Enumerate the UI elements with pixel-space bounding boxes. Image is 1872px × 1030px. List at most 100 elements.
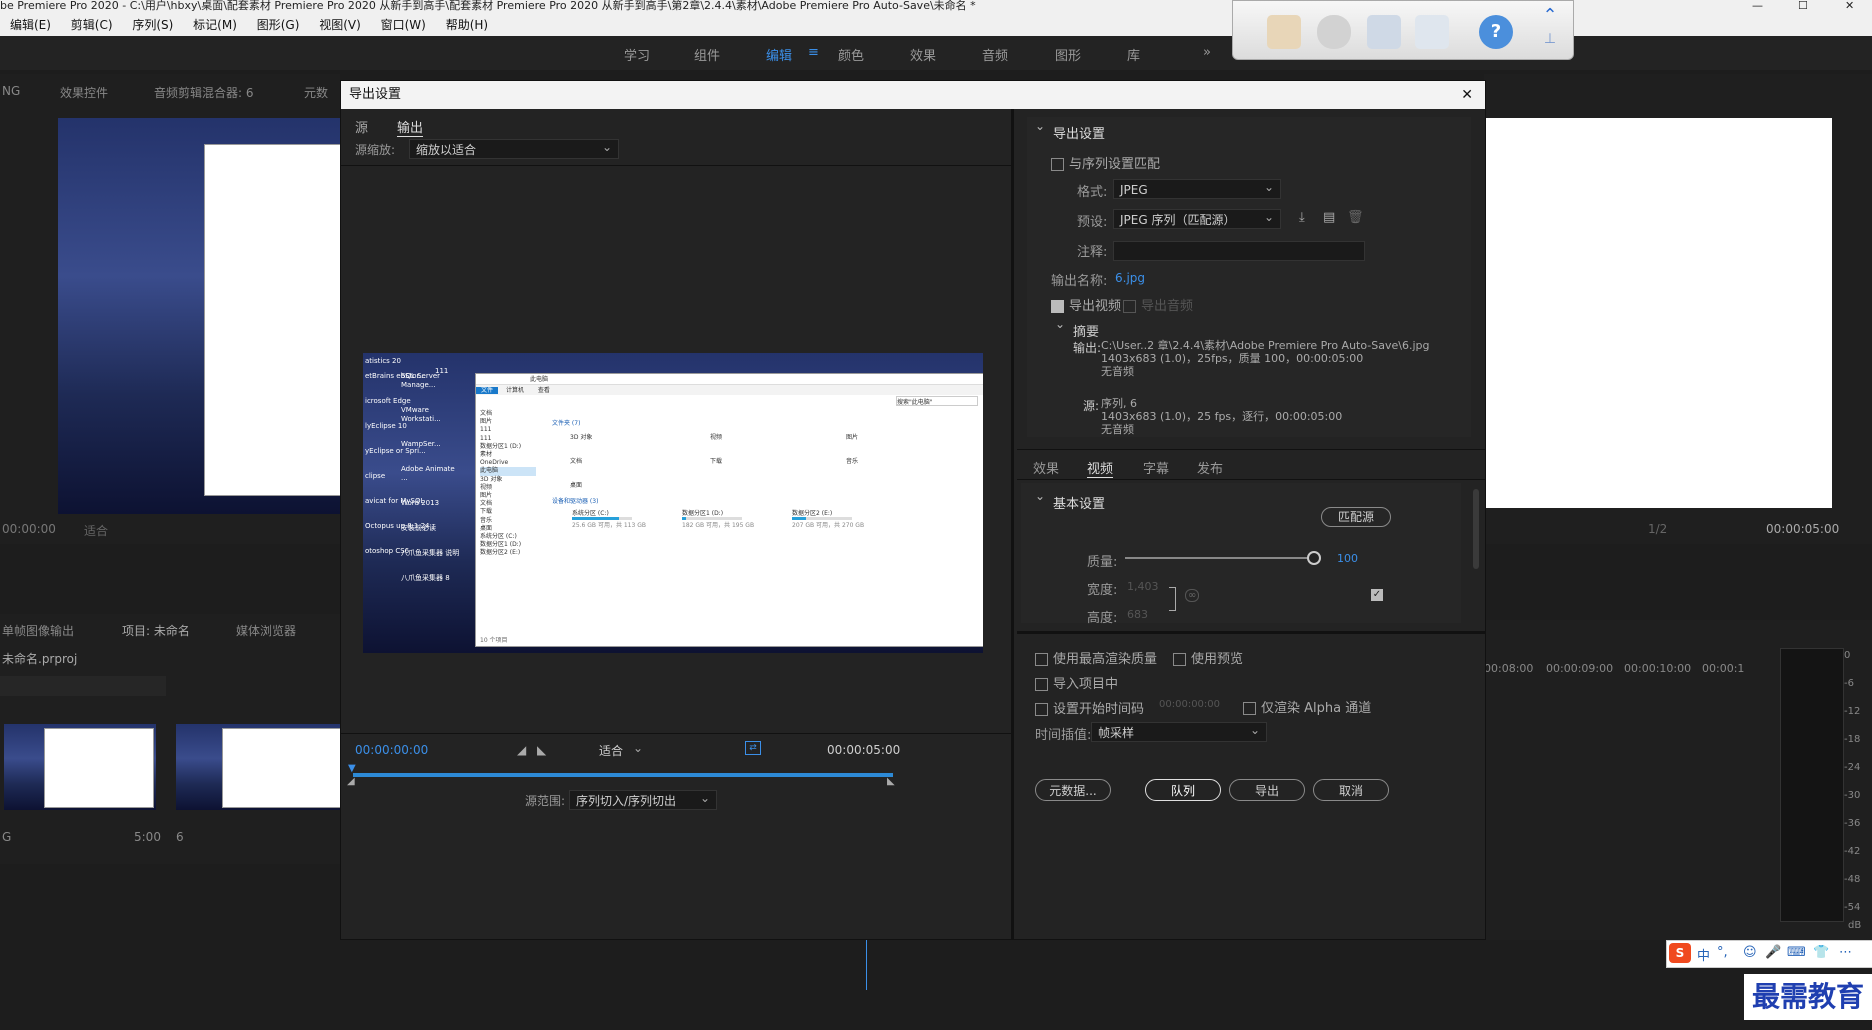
save-preset-icon[interactable]: ⤓ xyxy=(1299,210,1305,225)
program-zoom-dropdown[interactable]: 1/2 xyxy=(1648,522,1667,536)
mark-in-icon[interactable]: ◢ xyxy=(517,743,526,757)
workspace-color[interactable]: 颜色 xyxy=(838,45,864,64)
ime-chinese-toggle[interactable]: 中 xyxy=(1697,945,1710,964)
chevron-down-icon[interactable]: ⌄ xyxy=(1055,317,1065,331)
fit-dropdown[interactable]: 适合 xyxy=(593,738,649,761)
panel-tab-media-browser[interactable]: 媒体浏览器 xyxy=(236,622,296,639)
pane-divider[interactable] xyxy=(1011,109,1014,939)
tab-effects[interactable]: 效果 xyxy=(1033,458,1059,477)
alpha-only-checkbox[interactable]: 仅渲染 Alpha 通道 xyxy=(1243,697,1371,716)
queue-button[interactable]: 队列 xyxy=(1145,779,1221,801)
dimension-checkbox[interactable]: ✓ xyxy=(1371,589,1383,601)
mark-out-icon[interactable]: ◣ xyxy=(537,743,546,757)
panel-tab-project[interactable]: 项目: 未命名 xyxy=(122,622,190,639)
workspace-libraries[interactable]: 库 xyxy=(1127,45,1140,64)
menu-window[interactable]: 窗口(W) xyxy=(381,18,426,32)
menu-edit[interactable]: 编辑(E) xyxy=(10,18,51,32)
tab-captions[interactable]: 字幕 xyxy=(1143,458,1169,477)
menu-sequence[interactable]: 序列(S) xyxy=(132,18,173,32)
chevron-down-icon[interactable]: ⌄ xyxy=(1035,489,1045,503)
quality-value[interactable]: 100 xyxy=(1337,552,1358,565)
window-close-button[interactable]: ✕ xyxy=(1845,0,1854,12)
chevron-down-icon[interactable]: ⌄ xyxy=(1035,119,1045,133)
panel-tab-frame-output[interactable]: 单帧图像输出 xyxy=(2,622,74,639)
chevron-up-icon[interactable]: ⌃ xyxy=(1535,5,1565,27)
format-dropdown[interactable]: JPEG xyxy=(1113,177,1281,199)
panel-tab-ng[interactable]: NG xyxy=(2,84,20,98)
settings-scrollbar[interactable] xyxy=(1473,489,1479,569)
hand-icon[interactable] xyxy=(1267,15,1301,49)
ime-more-icon[interactable]: ⋯ xyxy=(1839,945,1852,960)
workspace-menu-icon[interactable]: ≡ xyxy=(808,45,819,60)
export-video-checkbox[interactable]: 导出视频 xyxy=(1051,295,1121,314)
source-fit-dropdown[interactable]: 适合 xyxy=(84,522,108,539)
workspace-learn[interactable]: 学习 xyxy=(624,45,650,64)
panel-tab-effect-controls[interactable]: 效果控件 xyxy=(60,84,108,101)
width-value[interactable]: 1,403 xyxy=(1127,580,1159,593)
quality-slider-knob[interactable] xyxy=(1307,551,1321,565)
output-name-link[interactable]: 6.jpg xyxy=(1115,271,1145,285)
ime-emoji-icon[interactable]: ☺ xyxy=(1743,945,1757,960)
interp-dropdown[interactable]: 帧采样 xyxy=(1091,720,1267,742)
timeline-start-timecode[interactable]: 00:00:00:00 xyxy=(355,743,428,757)
workspace-editing[interactable]: 编辑 xyxy=(766,45,792,64)
project-search-input[interactable] xyxy=(0,676,166,696)
preset-dropdown[interactable]: JPEG 序列（匹配源） xyxy=(1113,207,1281,229)
export-button[interactable]: 导出 xyxy=(1229,779,1305,801)
out-point-handle[interactable]: ◣ xyxy=(887,776,895,787)
use-preview-checkbox[interactable]: 使用预览 xyxy=(1173,648,1243,667)
link-icon[interactable]: ∞ xyxy=(1185,589,1200,602)
menu-view[interactable]: 视图(V) xyxy=(319,18,361,32)
zoom-page-icon[interactable] xyxy=(1415,15,1449,49)
source-scale-dropdown[interactable]: 缩放以适合 xyxy=(409,137,619,159)
in-point-handle[interactable]: ◢ xyxy=(347,776,355,787)
match-source-button[interactable]: 匹配源 xyxy=(1321,507,1391,527)
source-range-dropdown[interactable]: 序列切入/序列切出 xyxy=(569,788,717,810)
workspace-audio[interactable]: 音频 xyxy=(982,45,1008,64)
start-tc-value[interactable]: 00:00:00:00 xyxy=(1159,699,1220,710)
tab-source[interactable]: 源 xyxy=(355,117,368,136)
max-render-checkbox[interactable]: 使用最高渲染质量 xyxy=(1035,648,1157,667)
pin-icon[interactable]: ⊥ xyxy=(1535,31,1565,53)
panel-tab-audio-mixer[interactable]: 音频剪辑混合器: 6 xyxy=(154,84,254,101)
metadata-button[interactable]: 元数据... xyxy=(1035,779,1111,801)
comment-icon[interactable] xyxy=(1317,15,1351,49)
ime-punctuation-icon[interactable]: °, xyxy=(1717,945,1728,960)
quality-slider[interactable] xyxy=(1125,557,1315,559)
timeline-range-bar[interactable] xyxy=(353,773,893,777)
window-max-button[interactable]: ☐ xyxy=(1798,0,1808,12)
document-export-icon[interactable] xyxy=(1367,15,1401,49)
set-start-tc-checkbox[interactable]: 设置开始时间码 xyxy=(1035,698,1144,717)
ime-voice-icon[interactable]: 🎤 xyxy=(1765,945,1781,960)
dialog-close-button[interactable]: ✕ xyxy=(1461,81,1473,109)
menu-graphics[interactable]: 图形(G) xyxy=(257,18,300,32)
export-audio-checkbox[interactable]: 导出音频 xyxy=(1123,295,1193,314)
window-min-button[interactable]: — xyxy=(1752,0,1763,12)
import-preset-icon[interactable]: ▤ xyxy=(1323,210,1335,225)
tab-video[interactable]: 视频 xyxy=(1087,458,1114,478)
ime-keyboard-icon[interactable]: ⌨ xyxy=(1787,945,1806,960)
project-thumb-2[interactable] xyxy=(176,724,340,810)
workspace-graphics[interactable]: 图形 xyxy=(1055,45,1081,64)
match-sequence-checkbox[interactable]: 与序列设置匹配 xyxy=(1051,153,1160,172)
cancel-button[interactable]: 取消 xyxy=(1313,779,1389,801)
help-icon[interactable]: ? xyxy=(1479,15,1513,49)
workspace-effects[interactable]: 效果 xyxy=(910,45,936,64)
tab-output[interactable]: 输出 xyxy=(397,117,424,137)
delete-preset-icon[interactable]: 🗑 xyxy=(1347,210,1364,225)
project-thumb-1[interactable] xyxy=(4,724,156,810)
workspace-more-button[interactable]: » xyxy=(1203,45,1211,60)
panel-tab-metadata[interactable]: 元数 xyxy=(304,84,328,101)
workspace-assembly[interactable]: 组件 xyxy=(694,45,720,64)
menu-clip[interactable]: 剪辑(C) xyxy=(71,18,113,32)
comment-input[interactable] xyxy=(1113,241,1365,261)
tab-publish[interactable]: 发布 xyxy=(1197,458,1223,477)
height-value[interactable]: 683 xyxy=(1127,608,1148,621)
aspect-correction-icon[interactable]: ⇄ xyxy=(745,741,761,755)
sogou-logo-icon[interactable]: S xyxy=(1669,943,1691,963)
import-project-checkbox[interactable]: 导入项目中 xyxy=(1035,673,1118,692)
menu-help[interactable]: 帮助(H) xyxy=(446,18,488,32)
menu-marker[interactable]: 标记(M) xyxy=(193,18,237,32)
ime-skin-icon[interactable]: 👕 xyxy=(1813,945,1829,960)
playhead-handle[interactable]: ▼ xyxy=(348,763,356,774)
